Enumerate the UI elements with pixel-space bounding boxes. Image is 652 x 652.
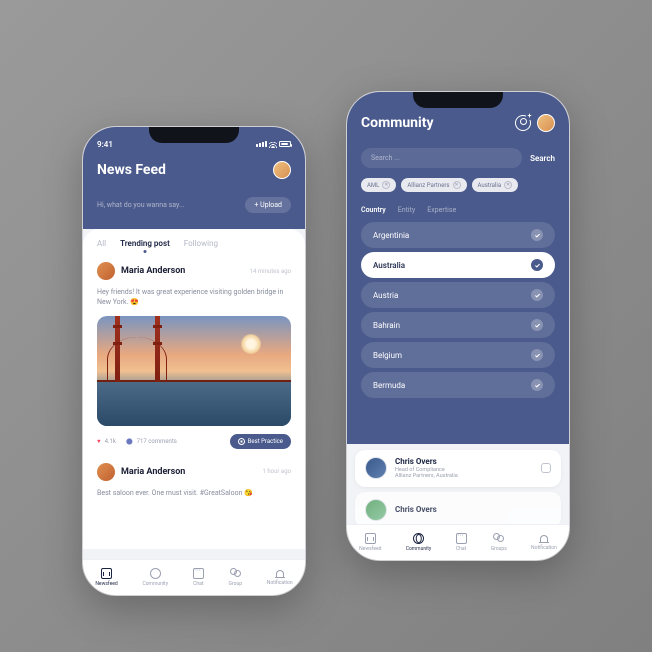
tab-trending[interactable]: Trending post	[120, 239, 170, 248]
chart-icon	[101, 568, 112, 579]
nav-notification[interactable]: Notification	[531, 535, 557, 551]
circle-icon	[150, 568, 161, 579]
post-author[interactable]: Maria Anderson	[121, 266, 244, 276]
post-avatar[interactable]	[97, 262, 115, 280]
comment-count[interactable]: 717 comments	[137, 438, 177, 445]
post-image[interactable]	[97, 316, 291, 426]
check-icon	[531, 379, 543, 391]
tab-following[interactable]: Following	[184, 239, 218, 248]
filter-chips: AML Allianz Partners Australia	[361, 178, 555, 192]
group-icon	[493, 533, 504, 544]
country-row-bahrain[interactable]: Bahrain	[361, 312, 555, 338]
check-icon	[531, 319, 543, 331]
notch	[149, 127, 239, 143]
chip-aml[interactable]: AML	[361, 178, 396, 192]
check-icon	[531, 259, 543, 271]
nav-group[interactable]: Group	[229, 568, 242, 587]
compose-input[interactable]: Hi, what do you wanna say...	[97, 201, 184, 209]
country-row-australia[interactable]: Australia	[361, 252, 555, 278]
notch	[413, 92, 503, 108]
feed-tabs: All Trending post Following	[97, 239, 291, 248]
post-body: Best saloon ever. One must visit. #Great…	[97, 489, 291, 499]
tab-country[interactable]: Country	[361, 206, 386, 214]
tab-entity[interactable]: Entity	[398, 206, 415, 214]
profile-card[interactable]: Chris Overs	[355, 492, 561, 528]
community-header-area: Community Search ... Search AML Allianz …	[347, 92, 569, 444]
post-header: Maria Anderson 14 minutes ago	[97, 262, 291, 280]
country-row-austria[interactable]: Austria	[361, 282, 555, 308]
chat-icon	[456, 533, 467, 544]
avatar[interactable]	[273, 161, 291, 179]
status-time: 9:41	[97, 140, 113, 149]
heart-icon[interactable]: ♥	[97, 438, 101, 445]
avatar[interactable]	[537, 114, 555, 132]
post-body: Hey friends! It was great experience vis…	[97, 288, 291, 308]
nav-groups[interactable]: Groups	[491, 533, 507, 552]
bottom-nav: Newsfeed Community Chat Group Notificati…	[83, 559, 305, 595]
like-count: 4.1k	[105, 438, 116, 445]
globe-icon	[413, 533, 424, 544]
profile-name: Chris Overs	[395, 505, 551, 515]
profile-card[interactable]: Chris Overs Head of Compliance Allianz P…	[355, 450, 561, 487]
chip-allianz[interactable]: Allianz Partners	[401, 178, 466, 192]
phone-newsfeed: 9:41 News Feed Hi, what do you wanna say…	[82, 126, 306, 596]
page-title: Community	[361, 115, 434, 131]
nav-community[interactable]: Community	[142, 568, 168, 587]
profile-name: Chris Overs	[395, 457, 533, 467]
profile-cards: Chris Overs Head of Compliance Allianz P…	[347, 444, 569, 524]
profile-avatar	[365, 457, 387, 479]
post-time: 14 minutes ago	[250, 268, 291, 275]
country-row-argentinia[interactable]: Argentinia	[361, 222, 555, 248]
nav-newsfeed[interactable]: Newsfeed	[359, 533, 381, 552]
nav-chat[interactable]: Chat	[456, 533, 467, 552]
add-contact-icon[interactable]	[515, 115, 531, 131]
group-icon	[230, 568, 241, 579]
search-input[interactable]: Search ...	[361, 148, 522, 168]
country-list: Argentinia Australia Austria Bahrain Bel…	[361, 222, 555, 398]
check-icon	[531, 349, 543, 361]
profile-org: Allianz Partners, Australia	[395, 473, 533, 480]
status-icons	[256, 140, 291, 148]
profile-avatar	[365, 499, 387, 521]
feed-card: All Trending post Following Maria Anders…	[83, 229, 305, 549]
filter-tabs: Country Entity Expertise	[361, 206, 555, 214]
post-header: Maria Anderson 1 hour ago	[97, 463, 291, 481]
nav-notification[interactable]: Notification	[267, 570, 293, 586]
post-author[interactable]: Maria Anderson	[121, 467, 257, 477]
battery-icon	[279, 141, 291, 147]
country-row-bermuda[interactable]: Bermuda	[361, 372, 555, 398]
profile-role: Head of Compliance	[395, 467, 533, 474]
post-actions: ♥ 4.1k ⬤ 717 comments Best Practice	[97, 434, 291, 449]
check-icon	[531, 289, 543, 301]
country-row-belgium[interactable]: Belgium	[361, 342, 555, 368]
chip-australia[interactable]: Australia	[472, 178, 519, 192]
check-icon	[531, 229, 543, 241]
phone-community: Community Search ... Search AML Allianz …	[346, 91, 570, 561]
nav-chat[interactable]: Chat	[193, 568, 204, 587]
wifi-icon	[269, 140, 277, 148]
comment-icon[interactable]: ⬤	[126, 438, 133, 445]
chat-icon	[193, 568, 204, 579]
profile-action-icon[interactable]	[541, 463, 551, 473]
search-button[interactable]: Search	[530, 154, 555, 163]
post-time: 1 hour ago	[263, 468, 291, 475]
upload-button[interactable]: + Upload	[245, 197, 291, 213]
nav-newsfeed[interactable]: Newsfeed	[95, 568, 117, 587]
bottom-nav: Newsfeed Community Chat Groups Notificat…	[347, 524, 569, 560]
bell-icon	[276, 570, 284, 578]
signal-icon	[256, 141, 267, 147]
nav-community[interactable]: Community	[406, 533, 432, 552]
best-practice-button[interactable]: Best Practice	[230, 434, 291, 449]
chart-icon	[365, 533, 376, 544]
tab-all[interactable]: All	[97, 239, 106, 248]
bell-icon	[540, 535, 548, 543]
page-title: News Feed	[97, 162, 166, 178]
post-avatar[interactable]	[97, 463, 115, 481]
tab-expertise[interactable]: Expertise	[427, 206, 456, 214]
